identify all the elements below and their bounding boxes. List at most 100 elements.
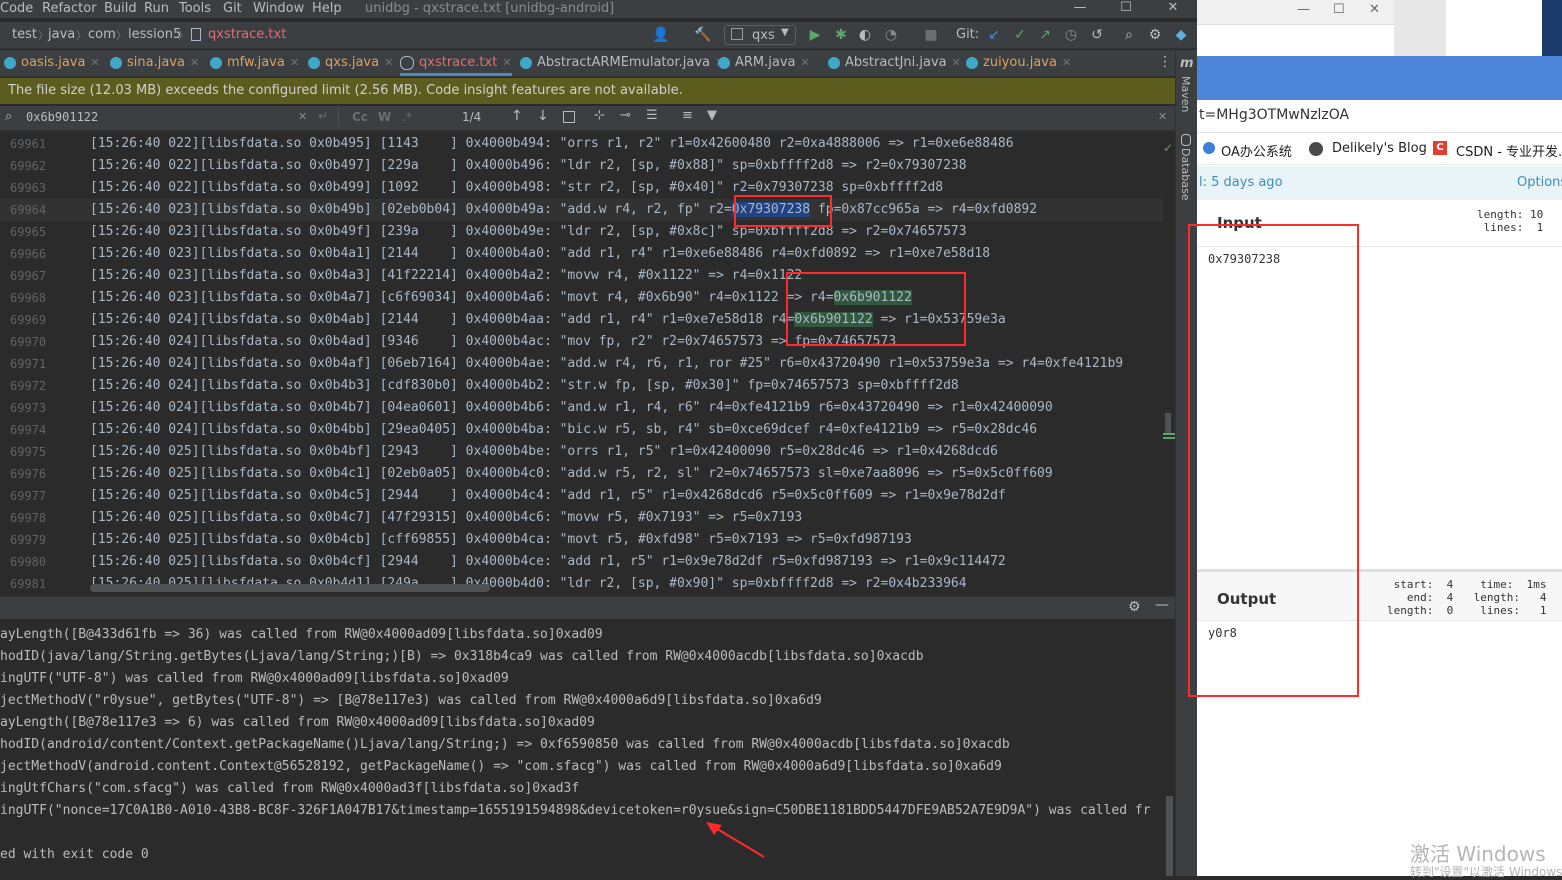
bookmark-oa[interactable]: OA办公系统	[1221, 141, 1292, 160]
plugin-icon[interactable]: ◆	[1172, 26, 1190, 44]
editor-line[interactable]: 69973 [15:26:40 024][libsfdata.so 0x0b4b7…	[0, 397, 1175, 419]
tab-sina-java[interactable]: sina.java ✕	[110, 50, 199, 76]
filter-icon[interactable]: ▼	[707, 108, 717, 123]
horizontal-scroll-thumb[interactable]	[90, 584, 490, 592]
settings-gear-icon[interactable]: ⚙	[1146, 26, 1164, 44]
database-icon[interactable]	[1181, 134, 1191, 146]
close-tab-icon[interactable]: ✕	[190, 56, 199, 69]
match-case-toggle[interactable]: Cc	[352, 110, 368, 124]
select-all-icon[interactable]	[563, 111, 575, 123]
multiline-icon[interactable]: ≡	[682, 108, 693, 123]
tab-qxstrace-txt[interactable]: qxstrace.txt ✕	[400, 50, 512, 76]
breadcrumb-com[interactable]: com	[88, 27, 116, 42]
breadcrumb-test[interactable]: test	[12, 27, 37, 42]
tab-abstractjni-java[interactable]: AbstractJni.java ✕	[828, 50, 961, 76]
editor-line[interactable]: 69974 [15:26:40 024][libsfdata.so 0x0b4bb…	[0, 419, 1175, 441]
settings-gear-icon[interactable]: ⚙	[1128, 599, 1141, 615]
console-scroll-thumb[interactable]	[1166, 796, 1173, 876]
editor-line[interactable]: 69980 [15:26:40 025][libsfdata.so 0x0b4cf…	[0, 551, 1175, 573]
editor-line[interactable]: 69961 [15:26:40 022][libsfdata.so 0x0b495…	[0, 133, 1175, 155]
git-update-icon[interactable]: ↙	[985, 26, 1003, 44]
breadcrumb-file[interactable]: qxstrace.txt	[208, 27, 286, 42]
editor-line[interactable]: 69967 [15:26:40 023][libsfdata.so 0x0b4a3…	[0, 265, 1175, 287]
close-tab-icon[interactable]: ✕	[801, 56, 810, 69]
user-icon[interactable]: 👤	[652, 26, 670, 44]
close-tab-icon[interactable]: ✕	[90, 56, 99, 69]
editor-line[interactable]: 69972 [15:26:40 024][libsfdata.so 0x0b4b3…	[0, 375, 1175, 397]
editor-line[interactable]: 69970 [15:26:40 024][libsfdata.so 0x0b4ad…	[0, 331, 1175, 353]
editor-scrollbar[interactable]: ✓	[1163, 133, 1175, 593]
tab-mfw-java[interactable]: mfw.java ✕	[210, 50, 299, 76]
tab-zuiyou-java[interactable]: zuiyou.java ✕	[966, 50, 1071, 76]
search-icon[interactable]: ⌕	[1120, 26, 1138, 44]
close-tab-icon[interactable]: ✕	[290, 56, 299, 69]
run-config-select[interactable]: qxs ▼	[724, 25, 796, 45]
tab-arm-java[interactable]: ARM.java ✕	[718, 50, 810, 76]
run-console[interactable]: ayLength([B@433d61fb => 36) was called f…	[0, 620, 1175, 876]
menu-help[interactable]: Help	[312, 1, 342, 16]
arrow-down-icon[interactable]: ↓	[537, 108, 549, 124]
editor-line[interactable]: 69962 [15:26:40 022][libsfdata.so 0x0b497…	[0, 155, 1175, 177]
run-icon[interactable]: ▶	[806, 26, 824, 44]
editor-area[interactable]: 69961 [15:26:40 022][libsfdata.so 0x0b495…	[0, 133, 1175, 593]
profile-icon[interactable]: ◔	[882, 26, 900, 44]
menu-build[interactable]: Build	[104, 1, 137, 16]
more-tabs-icon[interactable]: ⋮	[1158, 54, 1172, 70]
breadcrumb-lession5[interactable]: lession5	[128, 27, 181, 42]
regex-newline-icon[interactable]: ↵	[318, 109, 328, 123]
editor-line[interactable]: 69963 [15:26:40 022][libsfdata.so 0x0b499…	[0, 177, 1175, 199]
breadcrumb-java[interactable]: java	[48, 27, 75, 42]
regex-toggle[interactable]: .*	[402, 110, 412, 124]
editor-line[interactable]: 69979 [15:26:40 025][libsfdata.so 0x0b4cb…	[0, 529, 1175, 551]
history-icon[interactable]: ◷	[1062, 26, 1080, 44]
url-text[interactable]: t=MHg3OTMwNzlzOA	[1199, 107, 1349, 123]
close-tab-icon[interactable]: ✕	[502, 56, 511, 69]
close-button[interactable]: ✕	[1150, 0, 1196, 18]
close-icon[interactable]: ✕	[1369, 2, 1380, 17]
editor-line[interactable]: 69978 [15:26:40 025][libsfdata.so 0x0b4c7…	[0, 507, 1175, 529]
tab-abstractarmemulator-java[interactable]: AbstractARMEmulator.java✕	[520, 50, 724, 76]
clear-icon[interactable]: ✕	[298, 110, 307, 123]
editor-line[interactable]: 69977 [15:26:40 025][libsfdata.so 0x0b4c5…	[0, 485, 1175, 507]
arrow-up-icon[interactable]: ↑	[511, 108, 523, 124]
minimize-panel-icon[interactable]: —	[1155, 597, 1169, 613]
editor-line[interactable]: 69966 [15:26:40 023][libsfdata.so 0x0b4a1…	[0, 243, 1175, 265]
maximize-button[interactable]: ☐	[1103, 0, 1149, 18]
find-input[interactable]: 0x6b901122	[26, 110, 98, 124]
close-tab-icon[interactable]: ✕	[384, 56, 393, 69]
editor-line[interactable]: 69969 [15:26:40 024][libsfdata.so 0x0b4ab…	[0, 309, 1175, 331]
menu-refactor[interactable]: Refactor	[42, 1, 97, 16]
remove-selection-icon[interactable]: ⊸	[620, 108, 631, 123]
bookmark-csdn[interactable]: CSDN - 专业开发...	[1456, 141, 1562, 160]
editor-line[interactable]: 69964 [15:26:40 023][libsfdata.so 0x0b49b…	[0, 199, 1175, 221]
editor-line[interactable]: 69971 [15:26:40 024][libsfdata.so 0x0b4af…	[0, 353, 1175, 375]
close-tab-icon[interactable]: ✕	[1062, 56, 1071, 69]
editor-line[interactable]: 69976 [15:26:40 025][libsfdata.so 0x0b4c1…	[0, 463, 1175, 485]
editor-line[interactable]: 69975 [15:26:40 025][libsfdata.so 0x0b4bf…	[0, 441, 1175, 463]
git-push-icon[interactable]: ↗	[1036, 26, 1054, 44]
maven-tab[interactable]: Maven	[1179, 76, 1192, 112]
tab-qxs-java[interactable]: qxs.java ✕	[308, 50, 393, 76]
coverage-icon[interactable]: ◐	[856, 26, 874, 44]
menu-run[interactable]: Run	[144, 1, 169, 16]
scroll-thumb[interactable]	[1165, 413, 1171, 435]
menu-code[interactable]: Code	[0, 1, 33, 16]
whole-words-toggle[interactable]: W	[378, 110, 391, 124]
maximize-icon[interactable]: ☐	[1333, 2, 1345, 17]
url-bar[interactable]: t=MHg3OTMwNzlzOA	[1197, 100, 1562, 133]
minimize-icon[interactable]: —	[1297, 2, 1310, 17]
menu-git[interactable]: Git	[223, 1, 242, 16]
select-occurrences-icon[interactable]: ☰	[646, 108, 658, 123]
database-tab[interactable]: Database	[1179, 148, 1192, 201]
editor-line[interactable]: 69968 [15:26:40 023][libsfdata.so 0x0b4a7…	[0, 287, 1175, 309]
bookmark-delikely[interactable]: Delikely's Blog	[1332, 141, 1427, 156]
maven-icon[interactable]: m	[1180, 56, 1194, 71]
rollback-icon[interactable]: ↺	[1088, 26, 1106, 44]
tab-oasis-java[interactable]: oasis.java ✕	[4, 50, 100, 76]
git-commit-icon[interactable]: ✓	[1011, 26, 1029, 44]
options-link[interactable]: Options	[1517, 175, 1562, 190]
stop-icon[interactable]: ■	[922, 26, 940, 44]
add-selection-icon[interactable]: ⊹	[594, 108, 605, 123]
close-find-icon[interactable]: ✕	[1158, 110, 1167, 123]
editor-line[interactable]: 69965 [15:26:40 023][libsfdata.so 0x0b49f…	[0, 221, 1175, 243]
